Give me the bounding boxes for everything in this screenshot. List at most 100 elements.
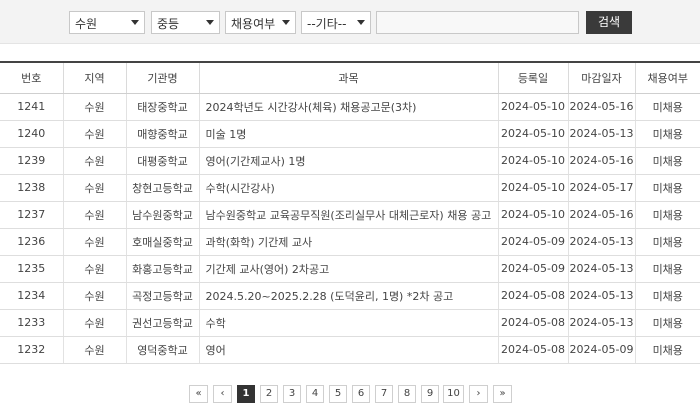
hire-status-select[interactable]: 채용여부 [225, 11, 296, 34]
column-header-registered-date[interactable]: 등록일 [497, 61, 568, 94]
chevron-down-icon [131, 20, 139, 25]
cell-hire-status: 미채용 [634, 309, 700, 337]
cell-deadline: 2024-05-13 [567, 282, 635, 310]
hire-status-select-value: 채용여부 [231, 17, 276, 31]
page-link-5[interactable]: 5 [329, 385, 347, 403]
column-header-number[interactable]: 번호 [0, 61, 63, 94]
cell-number: 1238 [0, 174, 63, 202]
table-row[interactable]: 1238 수원 창현고등학교 수학(시간강사) 2024-05-10 2024-… [0, 174, 700, 202]
cell-hire-status: 미채용 [634, 147, 700, 175]
page-link-8[interactable]: 8 [398, 385, 416, 403]
search-input[interactable] [376, 11, 579, 34]
cell-subject-link[interactable]: 2024학년도 시간강사(체육) 채용공고문(3차) [198, 93, 498, 121]
cell-hire-status: 미채용 [634, 282, 700, 310]
cell-institution: 권선고등학교 [125, 309, 199, 337]
table-row[interactable]: 1232 수원 영덕중학교 영어 2024-05-08 2024-05-09 미… [0, 336, 700, 364]
chevron-down-icon [282, 20, 290, 25]
cell-institution: 호매실중학교 [125, 228, 199, 256]
search-button[interactable]: 검색 [586, 11, 632, 34]
cell-region: 수원 [62, 255, 126, 283]
page-link-4[interactable]: 4 [306, 385, 324, 403]
table-row[interactable]: 1241 수원 태장중학교 2024학년도 시간강사(체육) 채용공고문(3차)… [0, 93, 700, 121]
cell-registered-date: 2024-05-10 [497, 120, 568, 148]
cell-subject-link[interactable]: 영어(기간제교사) 1명 [198, 147, 498, 175]
cell-institution: 대평중학교 [125, 147, 199, 175]
cell-deadline: 2024-05-13 [567, 309, 635, 337]
table-row[interactable]: 1233 수원 권선고등학교 수학 2024-05-08 2024-05-13 … [0, 309, 700, 337]
cell-institution: 창현고등학교 [125, 174, 199, 202]
cell-institution: 영덕중학교 [125, 336, 199, 364]
first-page-button[interactable]: « [189, 385, 208, 403]
pagination: « ‹ 1 2 3 4 5 6 7 8 9 10 › » [0, 385, 700, 404]
cell-registered-date: 2024-05-09 [497, 255, 568, 283]
page-link-7[interactable]: 7 [375, 385, 393, 403]
column-header-deadline[interactable]: 마감일자 [567, 61, 635, 94]
cell-number: 1240 [0, 120, 63, 148]
cell-region: 수원 [62, 282, 126, 310]
cell-registered-date: 2024-05-08 [497, 282, 568, 310]
cell-deadline: 2024-05-16 [567, 93, 635, 121]
cell-number: 1241 [0, 93, 63, 121]
cell-hire-status: 미채용 [634, 93, 700, 121]
cell-subject-link[interactable]: 미술 1명 [198, 120, 498, 148]
cell-subject-link[interactable]: 기간제 교사(영어) 2차공고 [198, 255, 498, 283]
page-link-10[interactable]: 10 [443, 385, 464, 403]
school-level-select[interactable]: 중등 [151, 11, 220, 34]
cell-hire-status: 미채용 [634, 174, 700, 202]
prev-page-button[interactable]: ‹ [213, 385, 232, 403]
region-select-value: 수원 [75, 17, 98, 31]
cell-subject-link[interactable]: 2024.5.20~2025.2.28 (도덕윤리, 1명) *2차 공고 [198, 282, 498, 310]
page-link-1[interactable]: 1 [237, 385, 255, 403]
table-row[interactable]: 1237 수원 남수원중학교 남수원중학교 교육공무직원(조리실무사 대체근로자… [0, 201, 700, 229]
table-row[interactable]: 1240 수원 매향중학교 미술 1명 2024-05-10 2024-05-1… [0, 120, 700, 148]
table-row[interactable]: 1239 수원 대평중학교 영어(기간제교사) 1명 2024-05-10 20… [0, 147, 700, 175]
cell-subject-link[interactable]: 수학(시간강사) [198, 174, 498, 202]
last-page-button[interactable]: » [493, 385, 512, 403]
column-header-hire-status[interactable]: 채용여부 [634, 61, 700, 94]
cell-institution: 곡정고등학교 [125, 282, 199, 310]
cell-institution: 태장중학교 [125, 93, 199, 121]
column-header-subject[interactable]: 과목 [198, 61, 498, 94]
school-level-select-value: 중등 [157, 17, 180, 31]
cell-deadline: 2024-05-13 [567, 228, 635, 256]
cell-region: 수원 [62, 336, 126, 364]
cell-deadline: 2024-05-13 [567, 120, 635, 148]
cell-institution: 매향중학교 [125, 120, 199, 148]
cell-deadline: 2024-05-17 [567, 174, 635, 202]
cell-institution: 남수원중학교 [125, 201, 199, 229]
cell-deadline: 2024-05-13 [567, 255, 635, 283]
page-link-2[interactable]: 2 [260, 385, 278, 403]
region-select[interactable]: 수원 [69, 11, 145, 34]
next-page-button[interactable]: › [469, 385, 488, 403]
cell-number: 1236 [0, 228, 63, 256]
cell-region: 수원 [62, 93, 126, 121]
cell-hire-status: 미채용 [634, 201, 700, 229]
cell-hire-status: 미채용 [634, 120, 700, 148]
cell-hire-status: 미채용 [634, 255, 700, 283]
cell-subject-link[interactable]: 남수원중학교 교육공무직원(조리실무사 대체근로자) 채용 공고 [198, 201, 498, 229]
chevron-down-icon [206, 20, 214, 25]
column-header-region[interactable]: 지역 [62, 61, 126, 94]
table-row[interactable]: 1234 수원 곡정고등학교 2024.5.20~2025.2.28 (도덕윤리… [0, 282, 700, 310]
column-header-institution[interactable]: 기관명 [125, 61, 199, 94]
page-link-9[interactable]: 9 [421, 385, 439, 403]
table-row[interactable]: 1235 수원 화홍고등학교 기간제 교사(영어) 2차공고 2024-05-0… [0, 255, 700, 283]
cell-hire-status: 미채용 [634, 336, 700, 364]
cell-subject-link[interactable]: 수학 [198, 309, 498, 337]
page-link-6[interactable]: 6 [352, 385, 370, 403]
cell-subject-link[interactable]: 과학(화학) 기간제 교사 [198, 228, 498, 256]
table-header-row: 번호 지역 기관명 과목 등록일 마감일자 채용여부 [0, 61, 700, 94]
cell-registered-date: 2024-05-10 [497, 201, 568, 229]
cell-deadline: 2024-05-09 [567, 336, 635, 364]
cell-subject-link[interactable]: 영어 [198, 336, 498, 364]
cell-region: 수원 [62, 201, 126, 229]
page-link-3[interactable]: 3 [283, 385, 301, 403]
other-select[interactable]: --기타-- [301, 11, 371, 34]
cell-region: 수원 [62, 120, 126, 148]
cell-number: 1234 [0, 282, 63, 310]
cell-number: 1239 [0, 147, 63, 175]
cell-registered-date: 2024-05-09 [497, 228, 568, 256]
cell-hire-status: 미채용 [634, 228, 700, 256]
cell-number: 1232 [0, 336, 63, 364]
table-row[interactable]: 1236 수원 호매실중학교 과학(화학) 기간제 교사 2024-05-09 … [0, 228, 700, 256]
